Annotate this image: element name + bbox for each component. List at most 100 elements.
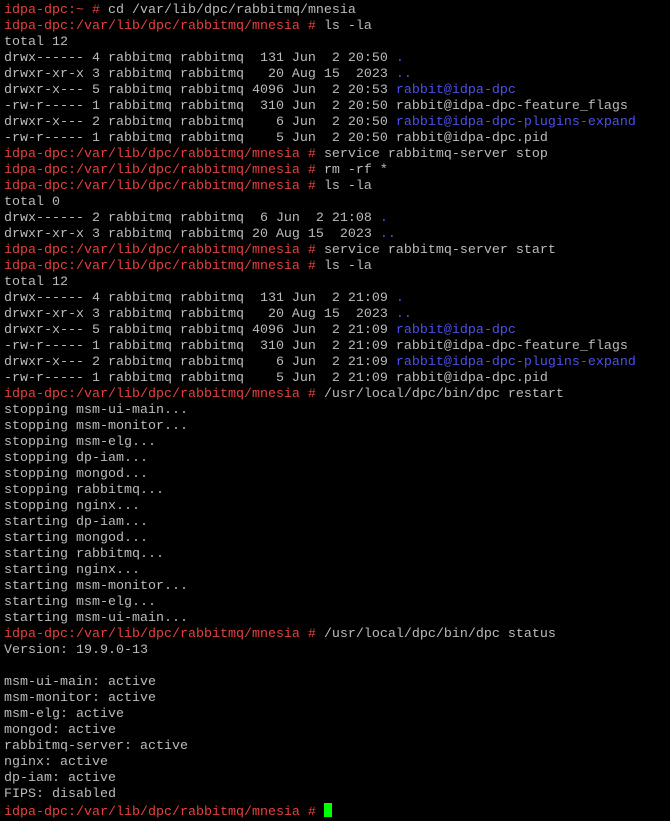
output-text: /usr/local/dpc/bin/dpc restart — [323, 387, 564, 402]
output-text: stopping mongod... — [4, 467, 148, 482]
terminal-line: nginx: active — [4, 755, 670, 771]
directory-name: rabbit@idpa-dpc-plugins-expand — [395, 355, 636, 370]
terminal-line: drwxr-x--- 2 rabbitmq rabbitmq 6 Jun 2 2… — [4, 355, 670, 371]
terminal-line: -rw-r----- 1 rabbitmq rabbitmq 5 Jun 2 2… — [4, 131, 670, 147]
terminal-line: stopping mongod... — [4, 467, 670, 483]
terminal-line: FIPS: disabled — [4, 787, 670, 803]
output-text: drwxr-xr-x 3 rabbitmq rabbitmq 20 Aug 15… — [4, 67, 396, 82]
output-text: rm -rf * — [323, 163, 388, 178]
directory-name: . — [395, 291, 404, 306]
output-text: starting msm-monitor... — [4, 579, 188, 594]
output-text: stopping msm-monitor... — [4, 419, 188, 434]
terminal-line: rabbitmq-server: active — [4, 739, 670, 755]
terminal-line: idpa-dpc:/var/lib/dpc/rabbitmq/mnesia # … — [4, 147, 670, 163]
output-text: stopping msm-ui-main... — [4, 403, 188, 418]
cursor — [323, 803, 332, 817]
output-text: stopping msm-elg... — [4, 435, 156, 450]
terminal-line: starting rabbitmq... — [4, 547, 670, 563]
prompt: idpa-dpc:/var/lib/dpc/rabbitmq/mnesia # — [4, 163, 324, 178]
terminal-line: drwxr-x--- 2 rabbitmq rabbitmq 6 Jun 2 2… — [4, 115, 670, 131]
terminal-output[interactable]: idpa-dpc:~ # cd /var/lib/dpc/rabbitmq/mn… — [0, 0, 670, 820]
prompt: idpa-dpc:/var/lib/dpc/rabbitmq/mnesia # — [4, 627, 324, 642]
terminal-line: drwxr-xr-x 3 rabbitmq rabbitmq 20 Aug 15… — [4, 227, 670, 243]
terminal-line: starting mongod... — [4, 531, 670, 547]
output-text: /usr/local/dpc/bin/dpc status — [323, 627, 556, 642]
terminal-line: idpa-dpc:/var/lib/dpc/rabbitmq/mnesia # … — [4, 627, 670, 643]
terminal-line: stopping nginx... — [4, 499, 670, 515]
output-text: ls -la — [323, 179, 372, 194]
output-text: dp-iam: active — [4, 771, 116, 786]
output-text: mongod: active — [4, 723, 116, 738]
output-text: drwxr-x--- 5 rabbitmq rabbitmq 4096 Jun … — [4, 323, 396, 338]
output-text: -rw-r----- 1 rabbitmq rabbitmq 310 Jun 2… — [4, 99, 628, 114]
terminal-line: starting msm-elg... — [4, 595, 670, 611]
directory-name: .. — [395, 307, 412, 322]
output-text: total 12 — [4, 275, 68, 290]
directory-name: .. — [379, 227, 396, 242]
prompt: idpa-dpc:/var/lib/dpc/rabbitmq/mnesia # — [4, 19, 324, 34]
terminal-line: stopping msm-ui-main... — [4, 403, 670, 419]
terminal-line: drwx------ 4 rabbitmq rabbitmq 131 Jun 2… — [4, 51, 670, 67]
output-text: service rabbitmq-server stop — [323, 147, 548, 162]
terminal-line: idpa-dpc:/var/lib/dpc/rabbitmq/mnesia # … — [4, 163, 670, 179]
output-text: nginx: active — [4, 755, 108, 770]
prompt: idpa-dpc:/var/lib/dpc/rabbitmq/mnesia # — [4, 147, 324, 162]
output-text: total 0 — [4, 195, 60, 210]
terminal-line: Version: 19.9.0-13 — [4, 643, 670, 659]
prompt: idpa-dpc:/var/lib/dpc/rabbitmq/mnesia # — [4, 243, 324, 258]
directory-name: . — [395, 51, 404, 66]
output-text: starting msm-ui-main... — [4, 611, 188, 626]
output-text: total 12 — [4, 35, 68, 50]
output-text: -rw-r----- 1 rabbitmq rabbitmq 5 Jun 2 2… — [4, 371, 548, 386]
output-text: drwx------ 4 rabbitmq rabbitmq 131 Jun 2… — [4, 51, 396, 66]
terminal-line: starting nginx... — [4, 563, 670, 579]
terminal-line: total 12 — [4, 275, 670, 291]
terminal-line: starting msm-ui-main... — [4, 611, 670, 627]
output-text: drwxr-x--- 5 rabbitmq rabbitmq 4096 Jun … — [4, 83, 396, 98]
terminal-line: stopping msm-monitor... — [4, 419, 670, 435]
output-text: stopping rabbitmq... — [4, 483, 164, 498]
output-text: drwxr-x--- 2 rabbitmq rabbitmq 6 Jun 2 2… — [4, 355, 396, 370]
prompt: idpa-dpc:/var/lib/dpc/rabbitmq/mnesia # — [4, 805, 324, 820]
directory-name: . — [379, 211, 388, 226]
terminal-line: idpa-dpc:/var/lib/dpc/rabbitmq/mnesia # … — [4, 259, 670, 275]
terminal-line: drwxr-x--- 5 rabbitmq rabbitmq 4096 Jun … — [4, 83, 670, 99]
output-text: FIPS: disabled — [4, 787, 116, 802]
output-text: msm-monitor: active — [4, 691, 156, 706]
directory-name: .. — [395, 67, 412, 82]
terminal-line: stopping msm-elg... — [4, 435, 670, 451]
output-text: ls -la — [323, 19, 372, 34]
output-text: -rw-r----- 1 rabbitmq rabbitmq 5 Jun 2 2… — [4, 131, 548, 146]
terminal-line: idpa-dpc:/var/lib/dpc/rabbitmq/mnesia # … — [4, 179, 670, 195]
output-text: ls -la — [323, 259, 372, 274]
directory-name: rabbit@idpa-dpc — [395, 323, 516, 338]
terminal-line: idpa-dpc:/var/lib/dpc/rabbitmq/mnesia # … — [4, 243, 670, 259]
terminal-line: idpa-dpc:~ # cd /var/lib/dpc/rabbitmq/mn… — [4, 3, 670, 19]
output-text: msm-ui-main: active — [4, 675, 156, 690]
prompt: idpa-dpc:/var/lib/dpc/rabbitmq/mnesia # — [4, 387, 324, 402]
terminal-line: drwxr-xr-x 3 rabbitmq rabbitmq 20 Aug 15… — [4, 67, 670, 83]
terminal-line: -rw-r----- 1 rabbitmq rabbitmq 310 Jun 2… — [4, 339, 670, 355]
terminal-line: idpa-dpc:/var/lib/dpc/rabbitmq/mnesia # … — [4, 19, 670, 35]
output-text: cd /var/lib/dpc/rabbitmq/mnesia — [107, 3, 356, 18]
terminal-line: drwxr-x--- 5 rabbitmq rabbitmq 4096 Jun … — [4, 323, 670, 339]
terminal-line: drwxr-xr-x 3 rabbitmq rabbitmq 20 Aug 15… — [4, 307, 670, 323]
directory-name: rabbit@idpa-dpc — [395, 83, 516, 98]
directory-name: rabbit@idpa-dpc-plugins-expand — [395, 115, 636, 130]
terminal-line: drwx------ 4 rabbitmq rabbitmq 131 Jun 2… — [4, 291, 670, 307]
output-text: drwx------ 2 rabbitmq rabbitmq 6 Jun 2 2… — [4, 211, 380, 226]
terminal-line: starting dp-iam... — [4, 515, 670, 531]
terminal-line: -rw-r----- 1 rabbitmq rabbitmq 5 Jun 2 2… — [4, 371, 670, 387]
output-text: Version: 19.9.0-13 — [4, 643, 148, 658]
terminal-line: stopping dp-iam... — [4, 451, 670, 467]
terminal-line: dp-iam: active — [4, 771, 670, 787]
terminal-line: total 12 — [4, 35, 670, 51]
terminal-line: msm-ui-main: active — [4, 675, 670, 691]
output-text: -rw-r----- 1 rabbitmq rabbitmq 310 Jun 2… — [4, 339, 628, 354]
terminal-line: idpa-dpc:/var/lib/dpc/rabbitmq/mnesia # — [4, 803, 670, 820]
output-text: drwxr-xr-x 3 rabbitmq rabbitmq 20 Aug 15… — [4, 227, 380, 242]
terminal-line: msm-elg: active — [4, 707, 670, 723]
output-text: drwx------ 4 rabbitmq rabbitmq 131 Jun 2… — [4, 291, 396, 306]
terminal-line: idpa-dpc:/var/lib/dpc/rabbitmq/mnesia # … — [4, 387, 670, 403]
